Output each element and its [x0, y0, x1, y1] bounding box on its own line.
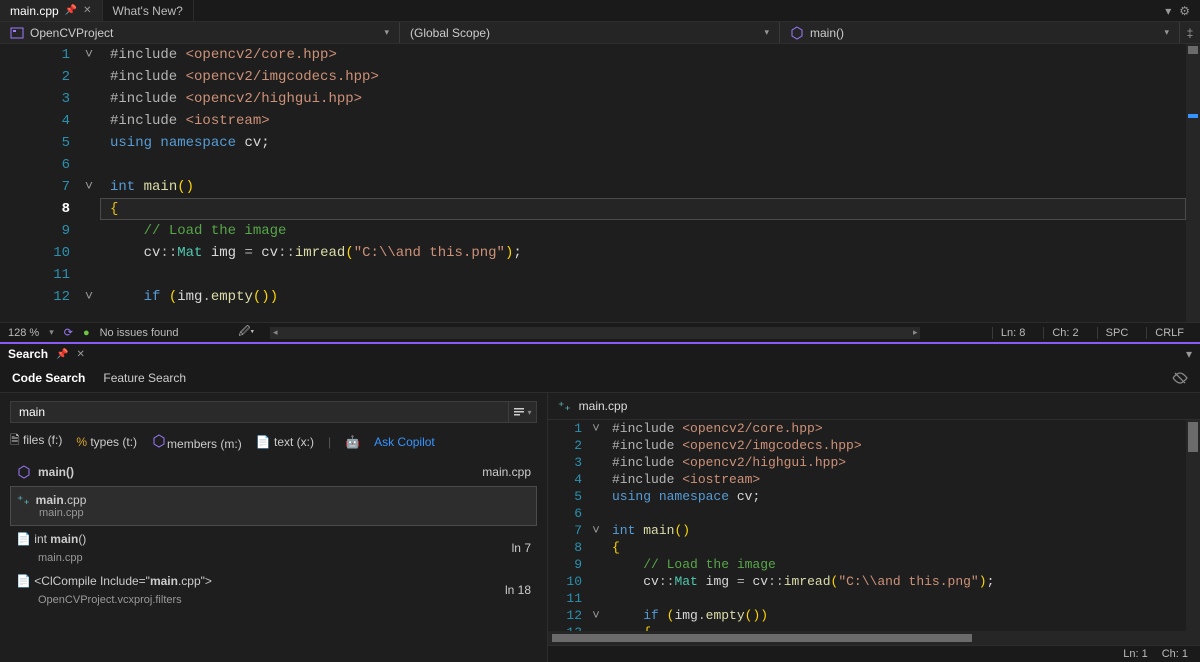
- list-icon: [513, 406, 525, 418]
- filter-types[interactable]: % types (t:): [76, 435, 137, 449]
- code-editor[interactable]: 123456789101112 ˅˅˅ #include <opencv2/co…: [0, 44, 1200, 322]
- status-ok-icon: ●: [83, 327, 90, 339]
- tab-feature-search[interactable]: Feature Search: [103, 371, 186, 385]
- scrollbar-thumb[interactable]: [1188, 46, 1198, 54]
- search-result-line[interactable]: 📄 int main() main.cpp ln 7: [10, 528, 537, 568]
- file-icon: 🗎: [10, 433, 23, 447]
- scroll-left-icon[interactable]: ◂: [270, 327, 280, 338]
- cpp-file-icon: ⁺₊: [558, 399, 571, 413]
- horizontal-scrollbar[interactable]: [548, 631, 1200, 645]
- result-lineno: ln 18: [505, 583, 531, 597]
- issues-label[interactable]: No issues found: [100, 327, 179, 339]
- expand-icon[interactable]: ▾: [1165, 4, 1171, 18]
- result-label: main: [36, 493, 64, 507]
- document-tabbar: main.cpp 📌 ✕ What's New? ▾ ⚙: [0, 0, 1200, 22]
- split-icon[interactable]: ‡: [1180, 26, 1200, 40]
- close-icon[interactable]: ✕: [76, 349, 84, 360]
- result-path: main.cpp: [16, 552, 83, 564]
- scrollbar-thumb[interactable]: [1188, 422, 1198, 452]
- status-col: Ch: 1: [1162, 648, 1188, 660]
- preview-toggle-icon[interactable]: [1172, 370, 1188, 386]
- editor-status-bar: 128 % ▾ ⟳ ● No issues found 🖉▾ ◂ ▸ Ln: 8…: [0, 322, 1200, 342]
- nav-member-dropdown[interactable]: main() ▾: [780, 22, 1180, 43]
- chevron-down-icon: ▾: [764, 27, 769, 38]
- text-match-icon: 📄: [16, 532, 34, 546]
- search-tabs: Code Search Feature Search: [0, 364, 1200, 393]
- result-label: main(): [38, 465, 74, 479]
- zoom-level[interactable]: 128 %: [8, 327, 39, 339]
- cube-icon: [151, 433, 167, 449]
- line-numbers: 12345678910111213: [548, 420, 588, 631]
- search-result-file-active[interactable]: ⁺₊ main.cpp main.cpp: [10, 486, 537, 526]
- search-result-method[interactable]: main() main.cpp: [10, 460, 537, 484]
- result-lineno: ln 7: [512, 541, 531, 555]
- close-icon[interactable]: ✕: [83, 5, 91, 16]
- nav-project-label: OpenCVProject: [30, 26, 113, 40]
- status-col[interactable]: Ch: 2: [1043, 327, 1086, 339]
- chevron-down-icon: ▾: [384, 27, 389, 38]
- tab-code-search[interactable]: Code Search: [12, 371, 85, 385]
- code-body[interactable]: #include <opencv2/core.hpp> #include <op…: [604, 420, 1200, 631]
- fold-gutter[interactable]: ˅˅˅: [78, 44, 100, 322]
- horizontal-scrollbar[interactable]: ◂ ▸: [270, 327, 920, 339]
- text-icon: 📄: [256, 435, 274, 449]
- search-input[interactable]: [10, 401, 509, 423]
- tab-label: What's New?: [113, 4, 183, 18]
- nav-scope-dropdown[interactable]: (Global Scope) ▾: [400, 22, 780, 43]
- filter-members[interactable]: members (m:): [151, 433, 242, 451]
- separator: |: [328, 435, 331, 449]
- tab-label: main.cpp: [10, 4, 59, 18]
- nav-project-dropdown[interactable]: OpenCVProject ▾: [0, 22, 400, 43]
- project-icon: [10, 26, 24, 40]
- nav-member-label: main(): [810, 26, 844, 40]
- status-indent[interactable]: SPC: [1097, 327, 1137, 339]
- result-file: main.cpp: [482, 465, 531, 479]
- panel-menu-icon[interactable]: ▾: [1186, 347, 1192, 361]
- scroll-right-icon[interactable]: ▸: [910, 327, 920, 338]
- filter-text[interactable]: 📄 text (x:): [256, 435, 314, 449]
- result-path: OpenCVProject.vcxproj.filters: [16, 594, 182, 606]
- code-body[interactable]: #include <opencv2/core.hpp> #include <op…: [100, 44, 1200, 322]
- text-match-icon: 📄: [16, 574, 34, 588]
- vertical-scrollbar[interactable]: ▴: [1186, 44, 1200, 322]
- pin-icon[interactable]: 📌: [56, 349, 68, 360]
- preview-status-bar: Ln: 1 Ch: 1: [548, 645, 1200, 662]
- screwdriver-icon[interactable]: 🖉▾: [239, 323, 255, 342]
- copilot-icon: 🤖: [345, 435, 360, 449]
- line-numbers: 123456789101112: [0, 44, 78, 322]
- result-path: main.cpp: [17, 507, 530, 519]
- refresh-icon[interactable]: ⟳: [64, 326, 73, 339]
- gear-icon[interactable]: ⚙: [1179, 4, 1190, 18]
- scrollbar-marker: [1188, 114, 1198, 118]
- search-options-dropdown[interactable]: ▾: [509, 401, 537, 423]
- filter-files[interactable]: 🗎 files (f:): [10, 431, 62, 452]
- ask-copilot-link[interactable]: Ask Copilot: [374, 435, 435, 449]
- pin-icon[interactable]: 📌: [65, 5, 77, 16]
- fold-gutter[interactable]: ˅˅˅: [588, 420, 604, 631]
- nav-scope-label: (Global Scope): [410, 26, 490, 40]
- tab-whats-new[interactable]: What's New?: [103, 0, 194, 21]
- method-icon: [16, 464, 32, 480]
- preview-title: main.cpp: [579, 399, 628, 413]
- status-eol[interactable]: CRLF: [1146, 327, 1192, 339]
- search-result-line[interactable]: 📄 <ClCompile Include="main.cpp"> OpenCVP…: [10, 570, 537, 610]
- navigation-bar: OpenCVProject ▾ (Global Scope) ▾ main() …: [0, 22, 1200, 44]
- current-line-highlight: [100, 198, 1186, 220]
- types-icon: %: [76, 435, 90, 449]
- cpp-file-icon: ⁺₊: [17, 493, 30, 507]
- search-filters: 🗎 files (f:) % types (t:) members (m:) 📄…: [10, 431, 537, 452]
- status-line[interactable]: Ln: 8: [992, 327, 1033, 339]
- search-panel-titlebar: Search 📌 ✕ ▾: [0, 342, 1200, 364]
- method-icon: [790, 26, 804, 40]
- search-preview-pane: ⁺₊ main.cpp 12345678910111213 ˅˅˅ #inclu…: [548, 393, 1200, 662]
- chevron-down-icon: ▾: [1164, 27, 1169, 38]
- zoom-dropdown-icon[interactable]: ▾: [49, 327, 54, 338]
- preview-editor[interactable]: 12345678910111213 ˅˅˅ #include <opencv2/…: [548, 420, 1200, 631]
- status-line: Ln: 1: [1123, 648, 1147, 660]
- search-left-pane: ▾ 🗎 files (f:) % types (t:) members (m:)…: [0, 393, 548, 662]
- search-panel-title: Search: [8, 347, 48, 361]
- vertical-scrollbar[interactable]: ▴: [1186, 420, 1200, 631]
- tab-main-cpp[interactable]: main.cpp 📌 ✕: [0, 0, 103, 21]
- scrollbar-thumb[interactable]: [552, 634, 972, 642]
